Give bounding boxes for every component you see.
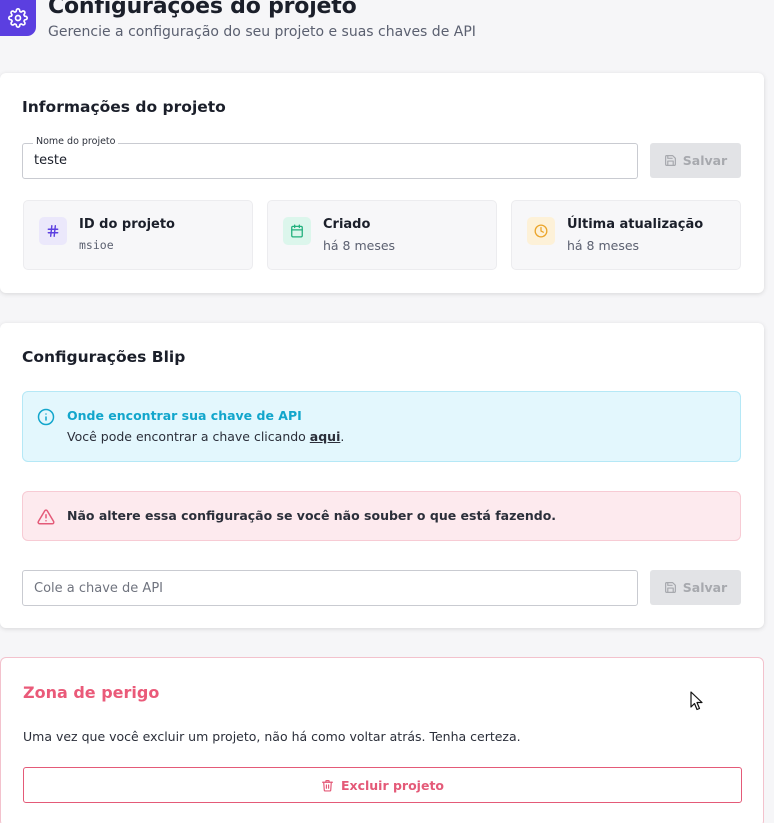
calendar-icon	[283, 217, 311, 245]
created-value: há 8 meses	[323, 238, 396, 253]
project-id-value: msioe	[79, 238, 114, 252]
save-project-name-button[interactable]: Salvar	[650, 143, 741, 178]
save-icon	[664, 155, 676, 166]
project-name-field[interactable]: Nome do projeto teste	[22, 136, 638, 179]
gear-icon	[0, 0, 36, 36]
info-alert-suffix: .	[340, 429, 345, 444]
warning-alert-text: Não altere essa configuração se você não…	[67, 508, 557, 523]
danger-zone-title: Zona de perigo	[23, 683, 160, 702]
clock-icon	[527, 217, 555, 245]
danger-zone-text: Uma vez que você excluir um projeto, não…	[23, 729, 521, 744]
page-subtitle: Gerencie a configuração do seu projeto e…	[48, 24, 476, 40]
blip-settings-title: Configurações Blip	[22, 348, 186, 366]
project-id-label: ID do projeto	[79, 217, 175, 232]
mouse-cursor-icon	[690, 691, 703, 711]
info-alert-body: Você pode encontrar a chave clicando aqu…	[67, 429, 344, 444]
blip-settings-card: Configurações Blip Onde encontrar sua ch…	[0, 323, 764, 628]
trash-icon	[322, 779, 333, 792]
save-button-label: Salvar	[682, 580, 728, 595]
save-button-label: Salvar	[682, 153, 728, 168]
warning-triangle-icon	[37, 509, 55, 525]
save-api-key-button[interactable]: Salvar	[650, 570, 741, 605]
updated-tile: Última atualização há 8 meses	[511, 200, 741, 270]
info-alert-text: Você pode encontrar a chave clicando	[67, 429, 310, 444]
delete-project-button[interactable]: Excluir projeto	[23, 767, 742, 803]
api-key-field[interactable]	[22, 570, 638, 606]
info-alert-title: Onde encontrar sua chave de API	[67, 408, 302, 423]
danger-zone-card: Zona de perigo Uma vez que você excluir …	[0, 657, 764, 823]
updated-label: Última atualização	[567, 217, 704, 232]
api-key-info-alert: Onde encontrar sua chave de API Você pod…	[22, 391, 741, 462]
project-info-title: Informações do projeto	[22, 98, 226, 116]
created-tile: Criado há 8 meses	[267, 200, 497, 270]
project-id-tile: ID do projeto msioe	[23, 200, 253, 270]
project-name-label: Nome do projeto	[33, 136, 119, 147]
info-icon	[37, 408, 55, 426]
updated-value: há 8 meses	[567, 238, 640, 253]
project-name-value[interactable]: teste	[34, 153, 67, 168]
hash-icon	[39, 217, 67, 245]
page-header: Configurações do projeto Gerencie a conf…	[0, 0, 774, 58]
page-title: Configurações do projeto	[48, 0, 357, 19]
delete-project-label: Excluir projeto	[340, 777, 445, 793]
warning-alert: Não altere essa configuração se você não…	[22, 491, 741, 541]
api-key-input[interactable]	[23, 571, 637, 605]
api-key-link[interactable]: aqui	[310, 429, 341, 444]
save-icon	[664, 582, 676, 593]
created-label: Criado	[323, 217, 371, 232]
